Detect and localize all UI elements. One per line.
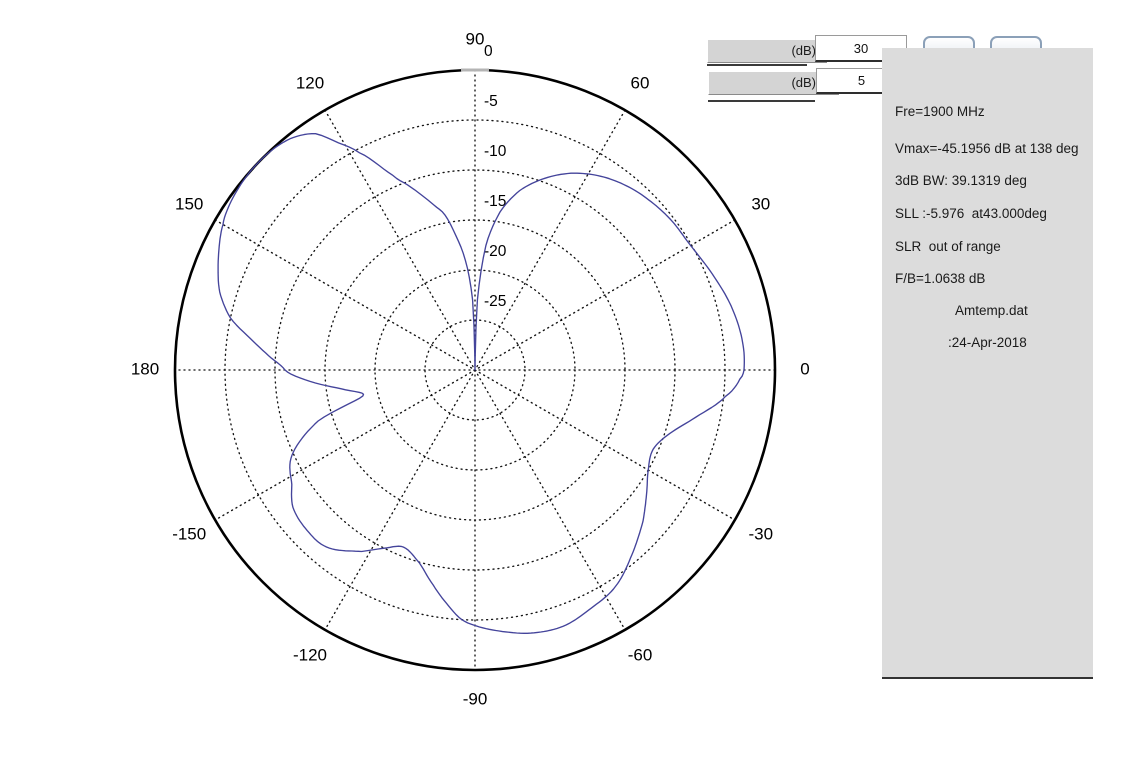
angle-label--30: -30 bbox=[748, 524, 773, 543]
angle-label-150: 150 bbox=[175, 194, 203, 213]
app-window: 0 30 60 90 120 150 180 -150 -120 -90 -60 -30 0 -5 -10 -… bbox=[0, 0, 1127, 758]
angle-label-120: 120 bbox=[296, 74, 324, 93]
angle-label--150: -150 bbox=[172, 524, 206, 543]
sll-readout: SLL :-5.976 at43.000deg bbox=[895, 206, 1047, 221]
angle-label--120: -120 bbox=[293, 645, 327, 664]
slr-readout: SLR out of range bbox=[895, 239, 1001, 254]
angle-label-90: 90 bbox=[466, 29, 485, 48]
angle-label-30: 30 bbox=[751, 194, 770, 213]
radial-label-0: 0 bbox=[484, 43, 493, 60]
step-row-rule bbox=[708, 100, 815, 102]
results-panel: Fre=1900 MHz Vmax=-45.1956 dB at 138 deg… bbox=[882, 48, 1093, 679]
angle-label--90: -90 bbox=[463, 689, 488, 708]
radial-label--20: -20 bbox=[484, 243, 507, 260]
data-file-name: Amtemp.dat bbox=[955, 303, 1028, 318]
radial-label--10: -10 bbox=[484, 143, 507, 160]
radial-label--5: -5 bbox=[484, 93, 498, 110]
angle-label-180: 180 bbox=[131, 359, 159, 378]
angle-label-60: 60 bbox=[631, 74, 650, 93]
vmax-readout: Vmax=-45.1956 dB at 138 deg bbox=[895, 141, 1079, 156]
angle-label--60: -60 bbox=[628, 645, 653, 664]
radial-label--25: -25 bbox=[484, 293, 506, 310]
bw-readout: 3dB BW: 39.1319 deg bbox=[895, 173, 1027, 188]
freq-readout: Fre=1900 MHz bbox=[895, 104, 985, 119]
data-file-date: :24-Apr-2018 bbox=[948, 335, 1027, 350]
angle-label-0: 0 bbox=[800, 359, 809, 378]
pattern-curve bbox=[217, 133, 745, 634]
range-db-label: (dB) bbox=[707, 39, 827, 63]
range-row-rule bbox=[707, 64, 807, 66]
fb-readout: F/B=1.0638 dB bbox=[895, 271, 986, 286]
